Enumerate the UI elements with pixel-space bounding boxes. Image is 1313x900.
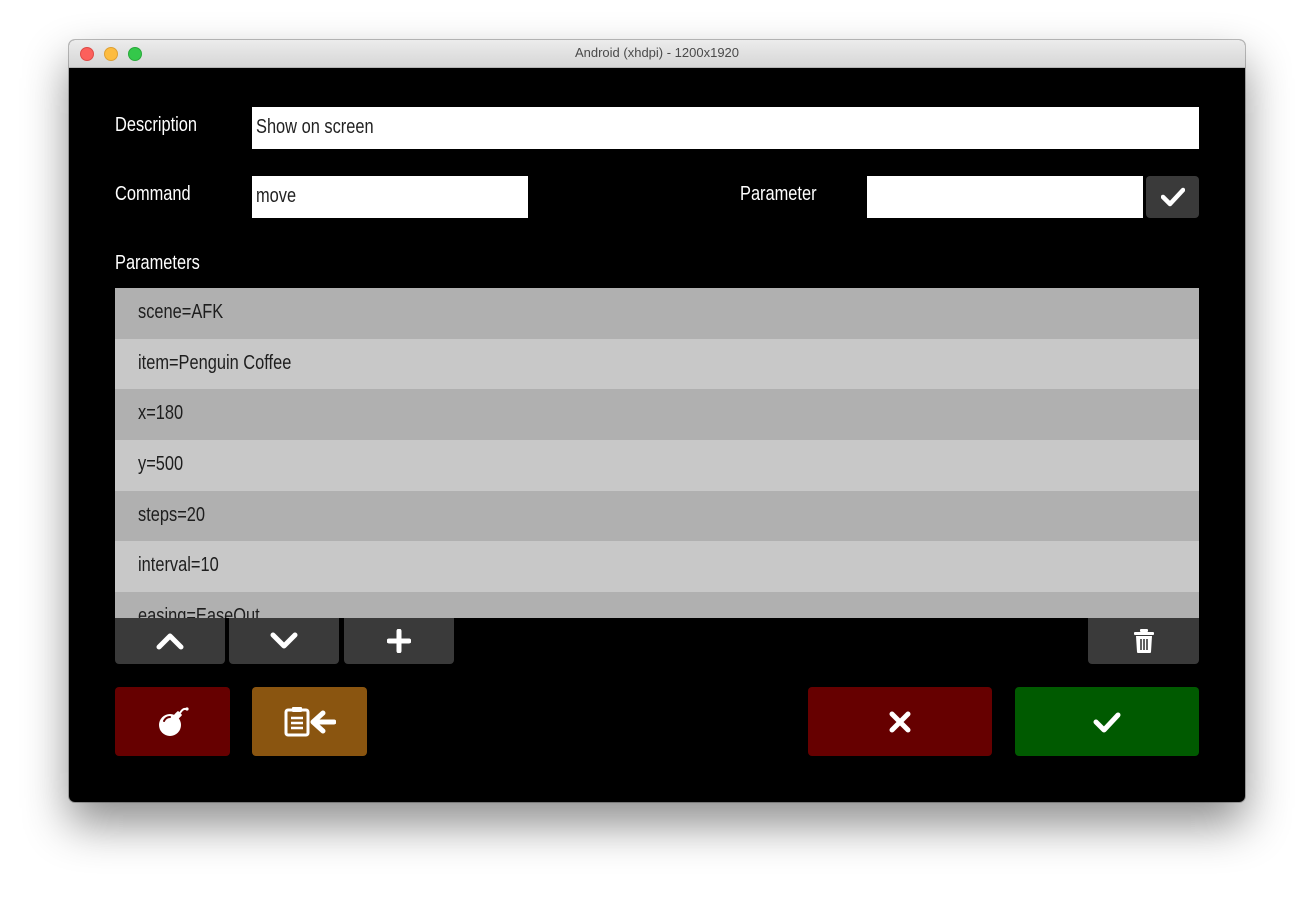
list-item[interactable]: x=180 bbox=[115, 389, 1199, 441]
plus-icon bbox=[387, 629, 411, 653]
list-item[interactable]: easing=EaseOut bbox=[115, 592, 1199, 618]
move-up-button[interactable] bbox=[115, 618, 225, 664]
parameters-list[interactable]: scene=AFK item=Penguin Coffee x=180 y=50… bbox=[115, 288, 1199, 618]
clipboard-arrow-left-icon bbox=[284, 706, 336, 736]
cancel-button[interactable] bbox=[808, 687, 992, 756]
ok-button[interactable] bbox=[1015, 687, 1199, 756]
description-field[interactable]: Show on screen bbox=[252, 107, 1199, 149]
app-window: Android (xhdpi) - 1200x1920 Description … bbox=[69, 40, 1245, 802]
check-icon bbox=[1093, 712, 1121, 732]
parameters-label: Parameters bbox=[115, 252, 200, 274]
description-value: Show on screen bbox=[256, 116, 374, 138]
trash-icon bbox=[1133, 629, 1154, 653]
list-item[interactable]: scene=AFK bbox=[115, 288, 1199, 339]
parameter-label: Parameter bbox=[740, 183, 817, 205]
bomb-icon bbox=[158, 706, 189, 736]
move-down-button[interactable] bbox=[229, 618, 339, 664]
confirm-parameter-button[interactable] bbox=[1146, 176, 1199, 218]
list-item[interactable]: y=500 bbox=[115, 440, 1199, 491]
import-button[interactable] bbox=[252, 687, 367, 756]
parameter-field[interactable] bbox=[867, 176, 1143, 218]
list-item[interactable]: steps=20 bbox=[115, 490, 1199, 542]
delete-parameter-button[interactable] bbox=[1088, 618, 1199, 664]
chevron-up-icon bbox=[156, 633, 184, 650]
add-parameter-button[interactable] bbox=[344, 618, 454, 664]
check-icon bbox=[1160, 187, 1185, 207]
window-title: Android (xhdpi) - 1200x1920 bbox=[574, 45, 740, 60]
chevron-down-icon bbox=[270, 632, 298, 649]
command-label: Command bbox=[115, 183, 191, 205]
title-bar: Android (xhdpi) - 1200x1920 bbox=[69, 40, 1245, 68]
list-item[interactable]: interval=10 bbox=[115, 541, 1199, 593]
bomb-button[interactable] bbox=[115, 687, 230, 756]
close-icon bbox=[889, 711, 911, 732]
description-label: Description bbox=[115, 114, 198, 136]
list-item[interactable]: item=Penguin Coffee bbox=[115, 338, 1199, 390]
command-field[interactable]: move bbox=[252, 176, 528, 218]
command-value: move bbox=[256, 185, 297, 207]
